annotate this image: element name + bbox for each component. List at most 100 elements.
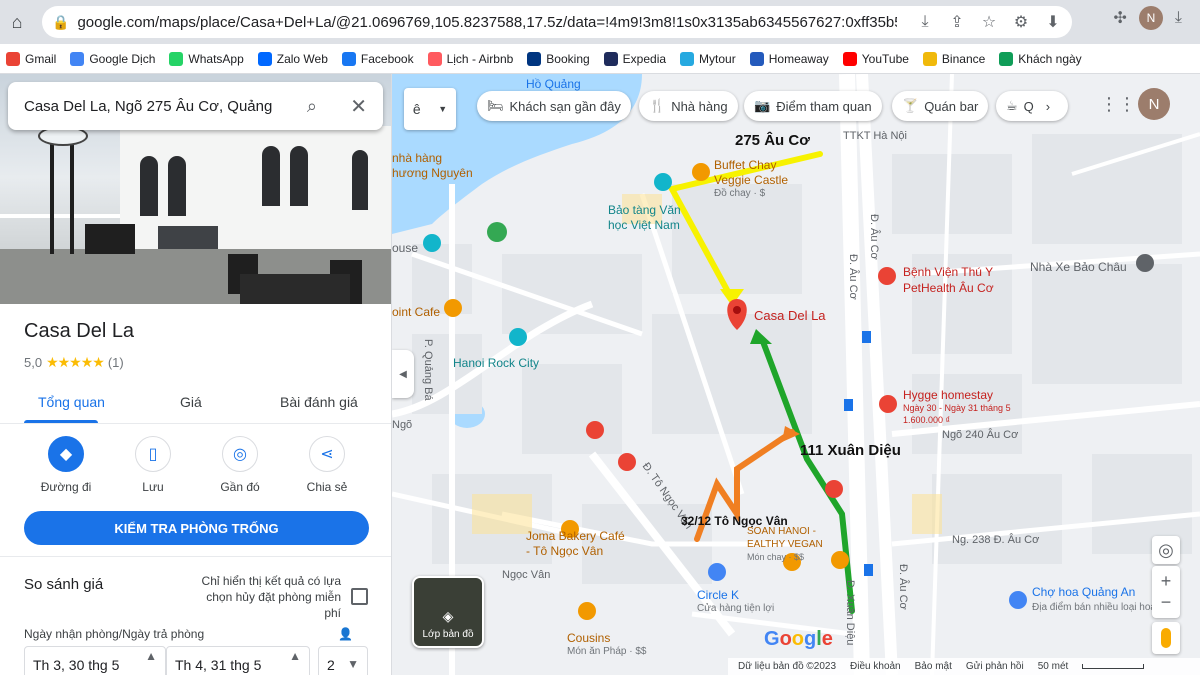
review-count[interactable]: (1) — [108, 355, 124, 370]
au-co-street-label-2: Đ. Âu Cơ — [847, 254, 859, 300]
map-attribution: Dữ liệu bản đồ ©2023 Điều khoản Bảo mật … — [728, 658, 1200, 675]
my-location-button[interactable]: ◎ — [1152, 536, 1180, 564]
bookmark-label: Khách ngày — [1018, 51, 1082, 66]
directions-button[interactable]: ◆ Đường đi — [26, 436, 106, 494]
bookmark-favicon-icon — [169, 51, 184, 66]
restaurant-icon: 🍴 — [649, 98, 666, 113]
bookmark-icon: ▯ — [135, 436, 171, 472]
alley-240-label: Ngõ 240 Âu Cơ — [942, 429, 1019, 441]
bookmark-label: Binance — [941, 51, 986, 66]
directions-label: Đường đi — [40, 480, 92, 494]
vet-label-2: PetHealth Âu Cơ — [903, 281, 994, 295]
restaurant-label-2: hương Nguyên — [392, 166, 473, 180]
pill-bars[interactable]: 🍸 Quán bar — [892, 91, 989, 121]
locate-icon: ◎ — [1158, 539, 1174, 560]
bookmark-favicon-icon — [922, 51, 937, 66]
casa-del-la-label[interactable]: Casa Del La — [754, 308, 826, 323]
bookmark-item[interactable]: Facebook — [341, 51, 414, 66]
tab-prices[interactable]: Giá — [180, 394, 202, 410]
nearby-button[interactable]: ◎ Gần đó — [200, 436, 280, 494]
pill-attractions[interactable]: 📷 Điểm tham quan — [744, 91, 882, 121]
guest-icon: 👤 — [338, 627, 353, 641]
pill-restaurants-label: Nhà hàng — [671, 98, 728, 114]
chevron-right-icon[interactable]: › — [1046, 99, 1050, 114]
bus-depot-label: Nhà Xe Bảo Châu — [1030, 260, 1127, 274]
search-box[interactable]: Casa Del La, Ngõ 275 Âu Cơ, Quảng An ⌕ ✕ — [8, 82, 383, 130]
bookmark-item[interactable]: Gmail — [6, 51, 56, 66]
bookmark-item[interactable]: Binance — [922, 51, 986, 66]
puzzle-icon[interactable]: ✣ — [1114, 8, 1127, 28]
free-cancel-note: Chỉ hiển thị kết quả có lựa chọn hủy đặt… — [201, 574, 341, 620]
to-ngoc-van-street-label-2: Ngọc Vân — [502, 569, 551, 581]
bookmark-item[interactable]: WhatsApp — [169, 51, 244, 66]
zoom-out-icon[interactable]: − — [1161, 592, 1172, 613]
address-bar[interactable]: 🔒 google.com/maps/place/Casa+Del+La/@21.… — [42, 6, 1072, 38]
flower-market-label: Chợ hoa Quảng An — [1032, 585, 1136, 599]
bookmark-item[interactable]: Khách ngày — [999, 51, 1082, 66]
free-cancel-checkbox[interactable] — [351, 588, 368, 605]
terms-link[interactable]: Điều khoản — [850, 661, 901, 672]
tab-reviews[interactable]: Bài đánh giá — [280, 394, 358, 410]
pill-cafes[interactable]: ☕ Q › — [996, 91, 1068, 121]
hygge-label: Hygge homestay — [903, 388, 994, 402]
share-button[interactable]: ⋖ Chia sẻ — [287, 436, 367, 494]
bookmark-item[interactable]: Homeaway — [749, 51, 829, 66]
pill-cafes-label: Q — [1023, 98, 1034, 114]
divider — [0, 556, 391, 557]
bookmark-label: Booking — [546, 51, 590, 66]
tab-indicator — [24, 420, 98, 423]
bookmark-item[interactable]: Expedia — [603, 51, 666, 66]
profile-avatar[interactable]: N — [1138, 6, 1163, 30]
bookmark-item[interactable]: Booking — [527, 51, 590, 66]
checkout-value: Th 4, 31 thg 5 — [175, 657, 262, 673]
street-view-pegman[interactable] — [1152, 622, 1180, 654]
feedback-link[interactable]: Gửi phản hồi — [966, 661, 1024, 672]
collapse-panel-button[interactable]: ◀ — [392, 350, 414, 398]
search-icon[interactable]: ⌕ — [307, 96, 317, 117]
layers-button[interactable]: ◈ Lớp bản đồ — [412, 576, 484, 648]
language-dropdown[interactable]: ê ▼ — [404, 88, 456, 130]
search-input[interactable]: Casa Del La, Ngõ 275 Âu Cơ, Quảng An — [24, 98, 274, 115]
circle-k-label-2: Cửa hàng tiện lợi — [697, 603, 775, 614]
install-icon[interactable]: ⤓ — [914, 13, 936, 31]
bookmark-label: WhatsApp — [188, 51, 244, 66]
compare-prices-title: So sánh giá — [24, 576, 104, 593]
guests-select[interactable]: 2 ▼ — [318, 646, 368, 675]
download-arrow-icon[interactable]: ⬇ — [1042, 12, 1064, 32]
bookmark-item[interactable]: Zalo Web — [257, 51, 328, 66]
star-icon[interactable]: ☆ — [978, 12, 1000, 32]
ttkt-label: TTKT Hà Nội — [843, 130, 907, 142]
bookmark-favicon-icon — [999, 51, 1014, 66]
chevron-down-icon: ▼ — [347, 657, 359, 671]
tab-overview[interactable]: Tổng quan — [38, 394, 105, 410]
close-icon[interactable]: ✕ — [350, 94, 367, 119]
save-button[interactable]: ▯ Lưu — [113, 436, 193, 494]
bookmark-item[interactable]: Mytour — [680, 51, 736, 66]
checkout-field[interactable]: Th 4, 31 thg 5 ▲ — [166, 646, 310, 675]
camera-icon: 📷 — [754, 98, 771, 113]
place-title: Casa Del La — [24, 320, 135, 342]
hanoi-rock-city-label: Hanoi Rock City — [453, 356, 540, 370]
flower-market-label-2: Địa điểm bán nhiều loại hoa — [1032, 602, 1156, 613]
map-canvas[interactable]: Hồ Quảng TTKT Hà Nội nhà hàng hương Nguy… — [392, 74, 1200, 675]
pill-restaurants[interactable]: 🍴 Nhà hàng — [639, 91, 738, 121]
bookmark-item[interactable]: YouTube — [842, 51, 909, 66]
pill-attractions-label: Điểm tham quan — [776, 98, 872, 114]
bookmark-item[interactable]: Lịch - Airbnb — [427, 51, 513, 66]
downloads-icon[interactable]: ⤓ — [1175, 9, 1182, 27]
check-availability-button[interactable]: KIỂM TRA PHÒNG TRỐNG — [24, 511, 369, 545]
extension-badge-icon[interactable]: ⚙ — [1010, 12, 1032, 32]
rating-row[interactable]: 5,0 ★★★★★ (1) — [24, 354, 124, 371]
bookmark-item[interactable]: Google Dịch — [70, 51, 156, 66]
zoom-in-icon[interactable]: + — [1161, 571, 1172, 592]
share-page-icon[interactable]: ⇪ — [946, 12, 968, 32]
dates-label: Ngày nhận phòng/Ngày trả phòng — [24, 627, 205, 641]
account-avatar[interactable]: N — [1138, 88, 1170, 120]
home-icon[interactable]: ⌂ — [0, 5, 34, 39]
bookmark-label: Google Dịch — [89, 51, 156, 66]
directions-icon: ◆ — [48, 436, 84, 472]
pill-hotels[interactable]: 🛏 Khách sạn gần đây — [477, 91, 631, 121]
checkin-field[interactable]: Th 3, 30 thg 5 ▲ — [24, 646, 166, 675]
privacy-link[interactable]: Bảo mật — [915, 661, 952, 672]
lake-label: Hồ Quảng — [526, 77, 581, 91]
